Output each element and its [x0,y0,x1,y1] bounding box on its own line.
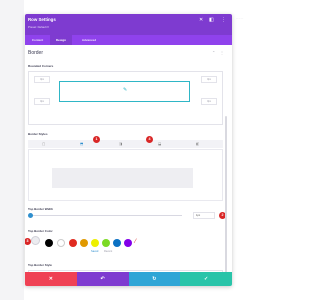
bottom-border-icon[interactable]: ⬓ [158,142,161,146]
left-border-icon[interactable]: ◧ [196,142,199,146]
eyedropper-icon[interactable]: ⁄ [135,239,136,245]
top-border-style-label: Top Border Style [28,263,52,267]
section-title[interactable]: Border [28,50,43,56]
color-swatch-purple[interactable] [124,239,132,247]
border-style-tabs: ▢ ⬒ ◨ ⬓ ◧ [28,140,223,148]
rounded-corners-label: Rounded Corners [28,64,54,68]
color-swatch-orange[interactable] [80,239,88,247]
corner-bottom-right-input[interactable]: 0px [201,98,217,105]
color-swatch-green[interactable] [102,239,110,247]
top-border-width-label: Top Border Width [28,207,54,211]
top-border-width-slider-handle[interactable] [28,213,33,218]
top-border-width-slider-track[interactable] [30,215,182,217]
pencil-icon[interactable]: ✎ [123,88,127,93]
recent-colors-tab[interactable]: Recent [104,250,112,253]
corner-preview[interactable]: ✎ [59,81,190,102]
annotation-badge-4: 4 [146,136,153,143]
annotation-badge-1: 1 [93,136,100,143]
color-swatch-blue[interactable] [113,239,121,247]
border-sample [52,168,193,188]
selected-color-swatch[interactable] [31,236,40,245]
right-border-icon[interactable]: ◨ [119,142,122,146]
modal-header: Row Settings Preset: Default ▾ ✕ ◧ ⋮ [25,14,232,35]
more-icon[interactable]: ⋮ [220,50,224,55]
corner-top-left-input[interactable]: 0px [34,76,50,83]
top-border-width-input[interactable]: 1px [193,212,215,219]
color-swatch-yellow[interactable] [91,239,99,247]
border-styles-label: Border Styles [28,132,48,136]
background-sidebar [0,0,24,300]
color-swatch-white[interactable] [57,239,65,247]
all-borders-icon[interactable]: ▢ [42,142,45,146]
more-icon[interactable]: ⋮ [221,18,226,23]
top-border-color-label: Top Border Color [28,229,53,233]
tab-content[interactable]: Content [25,35,50,45]
saved-colors-tab[interactable]: Saved [91,250,98,253]
redo-button[interactable]: ↻ [128,272,181,286]
discard-button[interactable]: ✕ [25,272,77,286]
settings-tabs: Content Design Advanced [25,35,232,45]
scrollbar[interactable] [225,116,227,286]
fullscreen-icon[interactable]: ◧ [209,18,214,23]
top-border-icon[interactable]: ⬒ [80,142,83,146]
corner-bottom-left-input[interactable]: 0px [34,98,50,105]
preset-dropdown[interactable]: Preset: Default ▾ [28,25,49,29]
color-swatch-black[interactable] [45,239,53,247]
undo-button[interactable]: ↶ [76,272,129,286]
tab-design[interactable]: Design [50,35,72,45]
corner-top-right-input[interactable]: 0px [201,76,217,83]
chevron-up-icon[interactable]: ⌃ [212,50,215,55]
row-settings-modal: Row Settings Preset: Default ▾ ✕ ◧ ⋮ Con… [25,14,232,286]
rounded-corners-box: 0px 0px 0px 0px ✎ [28,71,223,125]
background-text: — — — [236,18,244,20]
modal-footer: ✕ ↶ ↻ ✓ [25,272,232,286]
settings-content: Border ⌃ ⋮ Rounded Corners 0px 0px 0px 0… [25,45,232,286]
color-swatch-red[interactable] [69,239,77,247]
close-icon[interactable]: ✕ [199,18,203,23]
save-button[interactable]: ✓ [180,272,232,286]
modal-title: Row Settings [28,17,56,22]
tab-advanced[interactable]: Advanced [74,35,104,45]
